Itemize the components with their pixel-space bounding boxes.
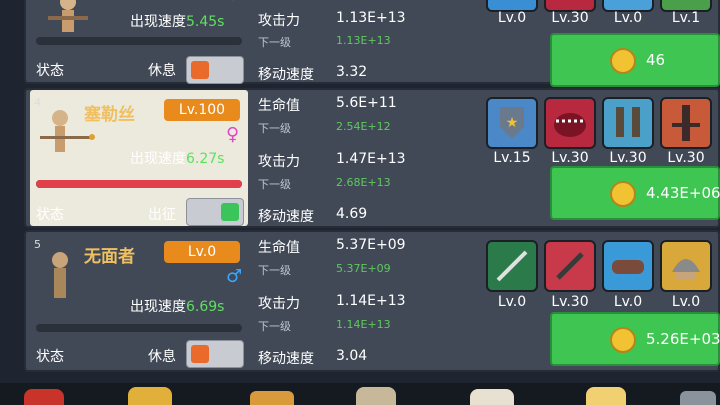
nav-item-icon[interactable] [680, 391, 716, 405]
hp-label: 生命值 [258, 240, 300, 256]
male-icon: ♂ [226, 266, 243, 287]
svg-text:★: ★ [506, 115, 519, 131]
coin-icon [610, 181, 636, 207]
skill-level: Lv.15 [493, 150, 531, 166]
move-speed-value: 4.69 [336, 206, 368, 222]
skill-level: Lv.0 [613, 10, 643, 26]
state-label: 状态 [36, 207, 64, 223]
skill-level: Lv.30 [609, 150, 647, 166]
skill-level: Lv.0 [497, 294, 527, 310]
deploy-toggle[interactable] [186, 198, 244, 226]
deploy-toggle[interactable] [186, 340, 244, 368]
skill-level: Lv.30 [551, 150, 589, 166]
nav-item-icon[interactable] [250, 391, 294, 405]
deploy-toggle[interactable] [186, 56, 244, 84]
upgrade-button[interactable]: 4.43E+06 [550, 166, 720, 220]
helmet-icon[interactable] [660, 240, 712, 292]
attack-next-value: 1.14E+13 [336, 318, 391, 331]
hero-name: 塞勒丝 [84, 105, 135, 125]
state-label: 状态 [36, 349, 64, 365]
coin-icon [610, 48, 636, 74]
nav-item-icon[interactable] [356, 387, 396, 405]
hero-info-panel: 5 无面者 Lv.0 ♂ 出现速度6.69s 状态 休息 [30, 232, 248, 370]
dark-figure-icon[interactable] [660, 97, 712, 149]
skill-level: Lv.0 [671, 294, 701, 310]
skill-level: Lv.30 [667, 150, 705, 166]
beast-mouth-icon[interactable] [544, 97, 596, 149]
shield-star-icon[interactable]: ★ [486, 97, 538, 149]
hero-level-badge: Lv.100 [164, 99, 240, 121]
blue-glove-icon[interactable] [602, 240, 654, 292]
hp-value: 5.37E+09 [336, 237, 406, 253]
move-speed-value: 3.04 [336, 348, 368, 364]
nav-item-icon[interactable] [24, 389, 64, 405]
attack-label: 攻击力 [258, 154, 300, 170]
spawn-speed: 出现速度6.27s [130, 151, 225, 167]
upgrade-cost: 5.26E+03 [646, 330, 720, 348]
hp-next-label: 下一级 [258, 122, 291, 135]
nav-item-icon[interactable] [128, 387, 172, 405]
armored-legs-icon[interactable] [602, 97, 654, 149]
move-speed-value: 3.32 [336, 64, 368, 80]
hp-bar [36, 324, 242, 332]
attack-next-label: 下一级 [258, 36, 291, 49]
nav-item-icon[interactable] [470, 389, 514, 405]
hero-name: 无面者 [84, 247, 135, 267]
state-value: 出征 [148, 207, 176, 223]
upgrade-cost: 4.43E+06 [646, 184, 720, 202]
spawn-speed: 出现速度6.69s [130, 299, 225, 315]
attack-next-value: 1.13E+13 [336, 34, 391, 47]
state-value: 休息 [148, 349, 176, 365]
hero-card-faceless[interactable]: 5 无面者 Lv.0 ♂ 出现速度6.69s 状态 休息 生命值 5.37E+0… [24, 230, 720, 372]
attack-label: 攻击力 [258, 296, 300, 312]
gender-icon: ♂ [226, 0, 242, 5]
skill-level: Lv.30 [551, 10, 589, 26]
spawn-speed: 出现速度5.45s [130, 14, 225, 30]
upgrade-cost: 46 [646, 51, 666, 69]
attack-next-value: 2.68E+13 [336, 176, 391, 189]
red-sword-icon[interactable] [544, 240, 596, 292]
attack-value: 1.47E+13 [336, 151, 406, 167]
state-label: 状态 [36, 63, 64, 79]
move-speed-label: 移动速度 [258, 351, 314, 367]
hero-info-panel: 4 塞勒丝 Lv.100 ♀ 出现速度6.27s 状态 出征 [30, 90, 248, 226]
green-blade-icon[interactable] [486, 240, 538, 292]
attack-next-label: 下一级 [258, 178, 291, 191]
attack-value: 1.14E+13 [336, 293, 406, 309]
move-speed-label: 移动速度 [258, 67, 314, 83]
hp-bar [36, 180, 242, 188]
hp-next-value: 2.54E+12 [336, 120, 391, 133]
hp-bar [36, 37, 242, 45]
hp-next-label: 下一级 [258, 264, 291, 277]
skill-level: Lv.30 [551, 294, 589, 310]
skill-level: Lv.1 [671, 10, 701, 26]
hero-card-celes[interactable]: 4 塞勒丝 Lv.100 ♀ 出现速度6.27s 状态 出征 生命值 5.6E+… [24, 88, 720, 228]
hero-level-badge: Lv.0 [164, 241, 240, 263]
hp-value: 5.6E+11 [336, 95, 397, 111]
attack-value: 1.13E+13 [336, 10, 406, 26]
coin-icon [610, 327, 636, 353]
move-speed-label: 移动速度 [258, 209, 314, 225]
female-icon: ♀ [226, 124, 240, 145]
upgrade-button[interactable]: 46 [550, 33, 720, 87]
skill-level: Lv.0 [497, 10, 527, 26]
nav-item-icon[interactable] [586, 387, 626, 405]
state-value: 休息 [148, 63, 176, 79]
hp-next-value: 5.37E+09 [336, 262, 391, 275]
hero-card-top: ♂ 出现速度5.45s 状态 休息 攻击力 1.13E+13 下一级 1.13E… [24, 0, 720, 87]
bottom-nav-bar [0, 383, 720, 405]
upgrade-button[interactable]: 5.26E+03 [550, 312, 720, 366]
attack-next-label: 下一级 [258, 320, 291, 333]
attack-label: 攻击力 [258, 13, 300, 29]
hero-info-panel: ♂ 出现速度5.45s 状态 休息 [30, 0, 248, 84]
hp-label: 生命值 [258, 98, 300, 114]
hp-bar-fill [36, 180, 242, 188]
skill-level: Lv.0 [613, 294, 643, 310]
